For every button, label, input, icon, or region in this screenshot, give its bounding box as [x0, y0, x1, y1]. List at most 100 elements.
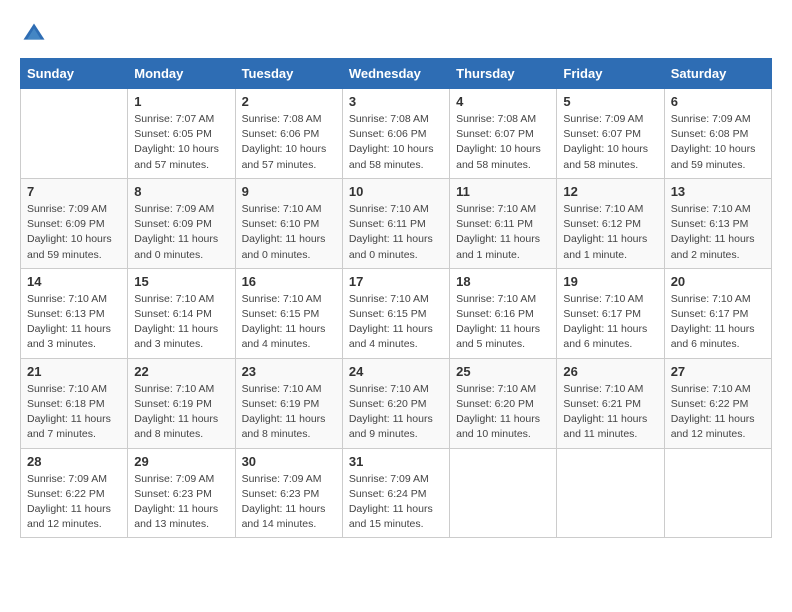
day-of-week-header: Thursday — [450, 59, 557, 89]
calendar-table: SundayMondayTuesdayWednesdayThursdayFrid… — [20, 58, 772, 538]
day-number: 18 — [456, 274, 550, 289]
day-number: 31 — [349, 454, 443, 469]
day-info: Sunrise: 7:10 AM Sunset: 6:13 PM Dayligh… — [27, 292, 121, 353]
day-number: 30 — [242, 454, 336, 469]
day-of-week-header: Friday — [557, 59, 664, 89]
logo — [20, 20, 54, 48]
calendar-day-cell: 1 Sunrise: 7:07 AM Sunset: 6:05 PM Daylig… — [128, 89, 235, 179]
day-info: Sunrise: 7:10 AM Sunset: 6:20 PM Dayligh… — [349, 382, 443, 443]
day-number: 19 — [563, 274, 657, 289]
day-number: 13 — [671, 184, 765, 199]
day-number: 3 — [349, 94, 443, 109]
calendar-day-cell — [21, 89, 128, 179]
calendar-day-cell: 15 Sunrise: 7:10 AM Sunset: 6:14 PM Dayli… — [128, 268, 235, 358]
day-info: Sunrise: 7:09 AM Sunset: 6:22 PM Dayligh… — [27, 472, 121, 533]
day-number: 24 — [349, 364, 443, 379]
calendar-day-cell: 6 Sunrise: 7:09 AM Sunset: 6:08 PM Daylig… — [664, 89, 771, 179]
day-number: 26 — [563, 364, 657, 379]
calendar-day-cell: 9 Sunrise: 7:10 AM Sunset: 6:10 PM Daylig… — [235, 178, 342, 268]
calendar-week-row: 21 Sunrise: 7:10 AM Sunset: 6:18 PM Dayli… — [21, 358, 772, 448]
calendar-day-cell: 17 Sunrise: 7:10 AM Sunset: 6:15 PM Dayli… — [342, 268, 449, 358]
day-info: Sunrise: 7:09 AM Sunset: 6:07 PM Dayligh… — [563, 112, 657, 173]
calendar-day-cell: 3 Sunrise: 7:08 AM Sunset: 6:06 PM Daylig… — [342, 89, 449, 179]
calendar-day-cell: 29 Sunrise: 7:09 AM Sunset: 6:23 PM Dayli… — [128, 448, 235, 538]
day-info: Sunrise: 7:10 AM Sunset: 6:11 PM Dayligh… — [456, 202, 550, 263]
calendar-day-cell: 2 Sunrise: 7:08 AM Sunset: 6:06 PM Daylig… — [235, 89, 342, 179]
day-number: 5 — [563, 94, 657, 109]
calendar-day-cell: 28Sunrise: 7:09 AM Sunset: 6:22 PM Dayli… — [21, 448, 128, 538]
day-number: 11 — [456, 184, 550, 199]
day-number: 12 — [563, 184, 657, 199]
calendar-day-cell: 25Sunrise: 7:10 AM Sunset: 6:20 PM Dayli… — [450, 358, 557, 448]
day-info: Sunrise: 7:10 AM Sunset: 6:11 PM Dayligh… — [349, 202, 443, 263]
calendar-day-cell: 20 Sunrise: 7:10 AM Sunset: 6:17 PM Dayli… — [664, 268, 771, 358]
calendar-day-cell — [450, 448, 557, 538]
calendar-day-cell: 4 Sunrise: 7:08 AM Sunset: 6:07 PM Daylig… — [450, 89, 557, 179]
calendar-day-cell: 14 Sunrise: 7:10 AM Sunset: 6:13 PM Dayli… — [21, 268, 128, 358]
calendar-day-cell: 18 Sunrise: 7:10 AM Sunset: 6:16 PM Dayli… — [450, 268, 557, 358]
day-info: Sunrise: 7:08 AM Sunset: 6:06 PM Dayligh… — [242, 112, 336, 173]
calendar-week-row: 7 Sunrise: 7:09 AM Sunset: 6:09 PM Daylig… — [21, 178, 772, 268]
day-info: Sunrise: 7:10 AM Sunset: 6:17 PM Dayligh… — [671, 292, 765, 353]
calendar-day-cell: 23 Sunrise: 7:10 AM Sunset: 6:19 PM Dayli… — [235, 358, 342, 448]
day-info: Sunrise: 7:09 AM Sunset: 6:08 PM Dayligh… — [671, 112, 765, 173]
day-info: Sunrise: 7:10 AM Sunset: 6:14 PM Dayligh… — [134, 292, 228, 353]
day-number: 22 — [134, 364, 228, 379]
day-info: Sunrise: 7:10 AM Sunset: 6:19 PM Dayligh… — [134, 382, 228, 443]
day-number: 2 — [242, 94, 336, 109]
day-of-week-header: Tuesday — [235, 59, 342, 89]
calendar-day-cell: 13 Sunrise: 7:10 AM Sunset: 6:13 PM Dayli… — [664, 178, 771, 268]
day-number: 16 — [242, 274, 336, 289]
day-number: 9 — [242, 184, 336, 199]
calendar-week-row: 14 Sunrise: 7:10 AM Sunset: 6:13 PM Dayli… — [21, 268, 772, 358]
day-info: Sunrise: 7:10 AM Sunset: 6:10 PM Dayligh… — [242, 202, 336, 263]
day-number: 25 — [456, 364, 550, 379]
day-number: 8 — [134, 184, 228, 199]
day-number: 27 — [671, 364, 765, 379]
page-header — [20, 20, 772, 48]
day-of-week-header: Sunday — [21, 59, 128, 89]
day-number: 4 — [456, 94, 550, 109]
day-number: 23 — [242, 364, 336, 379]
calendar-header-row: SundayMondayTuesdayWednesdayThursdayFrid… — [21, 59, 772, 89]
day-info: Sunrise: 7:09 AM Sunset: 6:23 PM Dayligh… — [242, 472, 336, 533]
day-info: Sunrise: 7:10 AM Sunset: 6:22 PM Dayligh… — [671, 382, 765, 443]
calendar-week-row: 28Sunrise: 7:09 AM Sunset: 6:22 PM Dayli… — [21, 448, 772, 538]
day-info: Sunrise: 7:10 AM Sunset: 6:16 PM Dayligh… — [456, 292, 550, 353]
day-number: 10 — [349, 184, 443, 199]
day-of-week-header: Monday — [128, 59, 235, 89]
calendar-day-cell: 12 Sunrise: 7:10 AM Sunset: 6:12 PM Dayli… — [557, 178, 664, 268]
calendar-day-cell: 30 Sunrise: 7:09 AM Sunset: 6:23 PM Dayli… — [235, 448, 342, 538]
day-number: 15 — [134, 274, 228, 289]
calendar-day-cell: 27 Sunrise: 7:10 AM Sunset: 6:22 PM Dayli… — [664, 358, 771, 448]
day-info: Sunrise: 7:10 AM Sunset: 6:18 PM Dayligh… — [27, 382, 121, 443]
day-number: 6 — [671, 94, 765, 109]
calendar-day-cell: 26 Sunrise: 7:10 AM Sunset: 6:21 PM Dayli… — [557, 358, 664, 448]
day-number: 14 — [27, 274, 121, 289]
day-info: Sunrise: 7:07 AM Sunset: 6:05 PM Dayligh… — [134, 112, 228, 173]
day-number: 21 — [27, 364, 121, 379]
calendar-day-cell: 22 Sunrise: 7:10 AM Sunset: 6:19 PM Dayli… — [128, 358, 235, 448]
day-info: Sunrise: 7:10 AM Sunset: 6:13 PM Dayligh… — [671, 202, 765, 263]
day-info: Sunrise: 7:08 AM Sunset: 6:06 PM Dayligh… — [349, 112, 443, 173]
day-info: Sunrise: 7:10 AM Sunset: 6:19 PM Dayligh… — [242, 382, 336, 443]
day-info: Sunrise: 7:10 AM Sunset: 6:17 PM Dayligh… — [563, 292, 657, 353]
day-info: Sunrise: 7:10 AM Sunset: 6:12 PM Dayligh… — [563, 202, 657, 263]
day-number: 20 — [671, 274, 765, 289]
calendar-day-cell: 5 Sunrise: 7:09 AM Sunset: 6:07 PM Daylig… — [557, 89, 664, 179]
day-number: 17 — [349, 274, 443, 289]
calendar-day-cell: 11 Sunrise: 7:10 AM Sunset: 6:11 PM Dayli… — [450, 178, 557, 268]
day-info: Sunrise: 7:10 AM Sunset: 6:21 PM Dayligh… — [563, 382, 657, 443]
calendar-week-row: 1 Sunrise: 7:07 AM Sunset: 6:05 PM Daylig… — [21, 89, 772, 179]
calendar-day-cell: 10 Sunrise: 7:10 AM Sunset: 6:11 PM Dayli… — [342, 178, 449, 268]
day-info: Sunrise: 7:10 AM Sunset: 6:15 PM Dayligh… — [349, 292, 443, 353]
day-number: 7 — [27, 184, 121, 199]
day-info: Sunrise: 7:09 AM Sunset: 6:23 PM Dayligh… — [134, 472, 228, 533]
calendar-day-cell: 19 Sunrise: 7:10 AM Sunset: 6:17 PM Dayli… — [557, 268, 664, 358]
day-number: 29 — [134, 454, 228, 469]
day-info: Sunrise: 7:08 AM Sunset: 6:07 PM Dayligh… — [456, 112, 550, 173]
day-info: Sunrise: 7:09 AM Sunset: 6:09 PM Dayligh… — [134, 202, 228, 263]
day-number: 1 — [134, 94, 228, 109]
day-of-week-header: Wednesday — [342, 59, 449, 89]
calendar-day-cell: 7Sunrise: 7:09 AM Sunset: 6:09 PM Daylig… — [21, 178, 128, 268]
